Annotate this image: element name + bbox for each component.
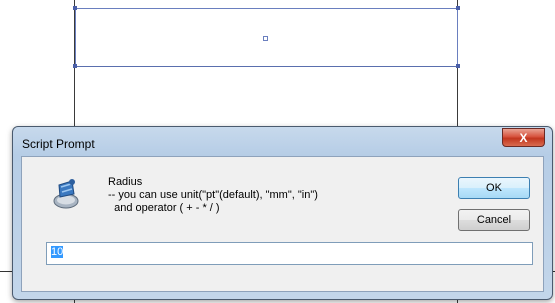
value-input[interactable]: 10 bbox=[46, 242, 533, 265]
close-icon: X bbox=[519, 130, 528, 145]
prompt-message: Radius -- you can use unit("pt"(default)… bbox=[108, 176, 318, 215]
center-handle[interactable] bbox=[263, 36, 268, 41]
resize-handle[interactable] bbox=[73, 64, 77, 68]
ok-button[interactable]: OK bbox=[458, 177, 530, 199]
prompt-line-2: and operator ( + - * / ) bbox=[108, 202, 220, 214]
shape-bottom-edge bbox=[75, 66, 458, 67]
dialog-body: Radius -- you can use unit("pt"(default)… bbox=[21, 156, 544, 292]
prompt-line-1: -- you can use unit("pt"(default), "mm",… bbox=[108, 189, 318, 201]
dialog-titlebar[interactable]: Script Prompt X bbox=[13, 127, 552, 155]
script-app-icon bbox=[53, 179, 79, 209]
close-button[interactable]: X bbox=[502, 128, 545, 147]
cancel-button[interactable]: Cancel bbox=[458, 209, 530, 231]
resize-handle[interactable] bbox=[73, 6, 77, 10]
input-value: 10 bbox=[51, 246, 64, 258]
prompt-heading: Radius bbox=[108, 176, 143, 188]
resize-handle[interactable] bbox=[456, 64, 460, 68]
resize-handle[interactable] bbox=[456, 6, 460, 10]
dialog-title: Script Prompt bbox=[22, 137, 95, 151]
script-prompt-dialog: Script Prompt X Radius -- you can use un… bbox=[12, 126, 553, 300]
